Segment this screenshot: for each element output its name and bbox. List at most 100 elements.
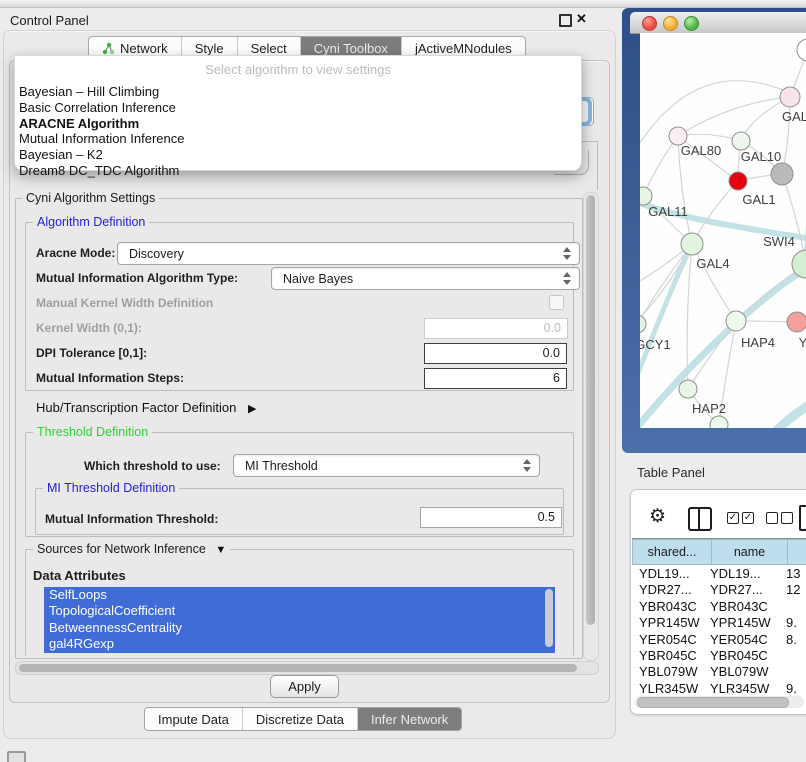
zoom-traffic-light-icon[interactable]: [684, 16, 699, 31]
menu-item[interactable]: Bayesian – K2: [15, 147, 581, 163]
network-node-hap2[interactable]: [679, 380, 697, 398]
table-cell[interactable]: YBR045C: [710, 648, 786, 664]
network-edge-highlighted[interactable]: [776, 403, 806, 428]
dpi-tolerance-field[interactable]: 0.0: [424, 343, 567, 364]
table-horizontal-scrollbar[interactable]: [634, 696, 804, 708]
table-row[interactable]: YBR045CYBR045C: [632, 648, 806, 664]
collapsed-panel-icon[interactable]: [7, 751, 26, 762]
deselect-all-checkbox-icon[interactable]: [781, 512, 793, 524]
expand-arrow-icon[interactable]: ▶: [248, 403, 256, 415]
table-cell[interactable]: YLR345W: [710, 681, 786, 694]
deselect-all-checkbox-icon[interactable]: [766, 512, 778, 524]
tab-impute-data[interactable]: Impute Data: [145, 708, 242, 730]
network-node[interactable]: [797, 39, 806, 61]
menu-item[interactable]: Basic Correlation Inference: [15, 100, 581, 116]
table-cell[interactable]: [786, 664, 806, 680]
settings-horizontal-scrollbar[interactable]: [15, 661, 599, 675]
scrollbar-thumb[interactable]: [19, 664, 577, 672]
table-cell[interactable]: YBR043C: [632, 599, 710, 615]
column-header-shared-name[interactable]: shared...: [632, 539, 712, 565]
table-cell[interactable]: YLR345W: [632, 681, 710, 694]
menu-item[interactable]: Dream8 DC_TDC Algorithm: [15, 163, 581, 179]
select-all-checkbox-icon[interactable]: ✓: [727, 512, 739, 524]
table-cell[interactable]: YER054C: [710, 632, 786, 648]
table-body[interactable]: YDL19...YDL19...13YDR27...YDR27...12YBR0…: [632, 566, 806, 694]
table-row[interactable]: YER054CYER054C8.: [632, 632, 806, 648]
table-row[interactable]: YBR043CYBR043C: [632, 599, 806, 615]
table-cell[interactable]: [786, 599, 806, 615]
network-node-gal1[interactable]: [729, 172, 747, 190]
apply-button[interactable]: Apply: [270, 675, 339, 698]
column-header-name[interactable]: name: [712, 539, 788, 565]
kernel-width-field[interactable]: 0.0: [424, 318, 568, 339]
scrollbar-thumb[interactable]: [586, 195, 595, 625]
network-node-gal4[interactable]: [681, 233, 703, 255]
float-window-icon[interactable]: [559, 14, 572, 27]
network-edge[interactable]: [643, 136, 678, 196]
table-row[interactable]: YBL079WYBL079W: [632, 664, 806, 680]
table-row[interactable]: YDR27...YDR27...12: [632, 582, 806, 598]
menu-item[interactable]: Mutual Information Inference: [15, 131, 581, 147]
table-cell[interactable]: YDL19...: [710, 566, 786, 582]
close-traffic-light-icon[interactable]: [642, 16, 657, 31]
table-cell[interactable]: 13: [786, 566, 806, 582]
network-node-hap4[interactable]: [726, 311, 746, 331]
table-cell[interactable]: 8.: [786, 632, 806, 648]
mi-algorithm-type-combobox[interactable]: Naive Bayes: [271, 267, 580, 290]
manual-kernel-width-checkbox[interactable]: [549, 295, 564, 310]
network-edge[interactable]: [688, 321, 736, 389]
network-edge[interactable]: [692, 181, 738, 244]
network-node-y[interactable]: [787, 312, 806, 332]
list-scrollbar[interactable]: [545, 589, 553, 647]
collapse-arrow-icon[interactable]: ▼: [215, 544, 226, 556]
hub-definition-section[interactable]: Hub/Transcription Factor Definition ▶: [36, 400, 256, 415]
table-cell[interactable]: 9.: [786, 615, 806, 631]
network-edge[interactable]: [640, 81, 790, 143]
table-cell[interactable]: YDR27...: [710, 582, 786, 598]
select-all-checkbox-icon[interactable]: ✓: [742, 512, 754, 524]
network-node[interactable]: [710, 416, 728, 428]
table-cell[interactable]: YBL079W: [632, 664, 710, 680]
list-item[interactable]: SelfLoops: [44, 587, 555, 603]
network-window-titlebar[interactable]: [630, 12, 806, 34]
table-row[interactable]: YLR345WYLR345W9.: [632, 681, 806, 694]
columns-icon[interactable]: [688, 507, 712, 531]
network-graph[interactable]: GALGAL80GAL10GAL1GAL11GAL4SWI4HAP4YGCY1H…: [640, 33, 806, 428]
aracne-mode-combobox[interactable]: Discovery: [117, 242, 580, 265]
list-item[interactable]: gal4RGexp: [44, 636, 555, 652]
which-threshold-combobox[interactable]: MI Threshold: [233, 454, 540, 477]
network-canvas[interactable]: GALGAL80GAL10GAL1GAL11GAL4SWI4HAP4YGCY1H…: [640, 33, 806, 428]
table-cell[interactable]: YBR043C: [710, 599, 786, 615]
network-node-gal[interactable]: [780, 87, 800, 107]
minimize-traffic-light-icon[interactable]: [663, 16, 678, 31]
table-cell[interactable]: YER054C: [632, 632, 710, 648]
table-cell[interactable]: YDR27...: [632, 582, 710, 598]
network-node-gcy1[interactable]: [640, 315, 646, 333]
table-cell[interactable]: 12: [786, 582, 806, 598]
tab-infer-network[interactable]: Infer Network: [357, 708, 461, 730]
table-cell[interactable]: [786, 648, 806, 664]
close-icon[interactable]: ✕: [576, 11, 587, 27]
network-node-gal10[interactable]: [732, 132, 750, 150]
mi-threshold-field[interactable]: 0.5: [420, 507, 562, 528]
mi-steps-field[interactable]: 6: [424, 368, 567, 389]
list-item[interactable]: TopologicalCoefficient: [44, 603, 555, 619]
data-attributes-list[interactable]: SelfLoops TopologicalCoefficient Between…: [44, 587, 555, 653]
import-table-icon[interactable]: [799, 505, 806, 531]
table-cell[interactable]: YDL19...: [632, 566, 710, 582]
column-header-partial[interactable]: [788, 539, 806, 565]
menu-item-highlighted[interactable]: ARACNE Algorithm: [15, 116, 581, 132]
table-cell[interactable]: YPR145W: [710, 615, 786, 631]
list-item[interactable]: BetweennessCentrality: [44, 620, 555, 636]
tab-discretize-data[interactable]: Discretize Data: [242, 708, 357, 730]
table-cell[interactable]: YBR045C: [632, 648, 710, 664]
table-cell[interactable]: 9.: [786, 681, 806, 694]
sources-group-title[interactable]: Sources for Network Inference ▼: [33, 542, 230, 556]
table-row[interactable]: YDL19...YDL19...13: [632, 566, 806, 582]
table-cell[interactable]: YPR145W: [632, 615, 710, 631]
table-row[interactable]: YPR145WYPR145W9.: [632, 615, 806, 631]
network-edge[interactable]: [678, 97, 790, 136]
scrollbar-thumb[interactable]: [637, 697, 789, 708]
settings-vertical-scrollbar[interactable]: [583, 192, 599, 661]
network-node-gal11[interactable]: [640, 187, 652, 205]
